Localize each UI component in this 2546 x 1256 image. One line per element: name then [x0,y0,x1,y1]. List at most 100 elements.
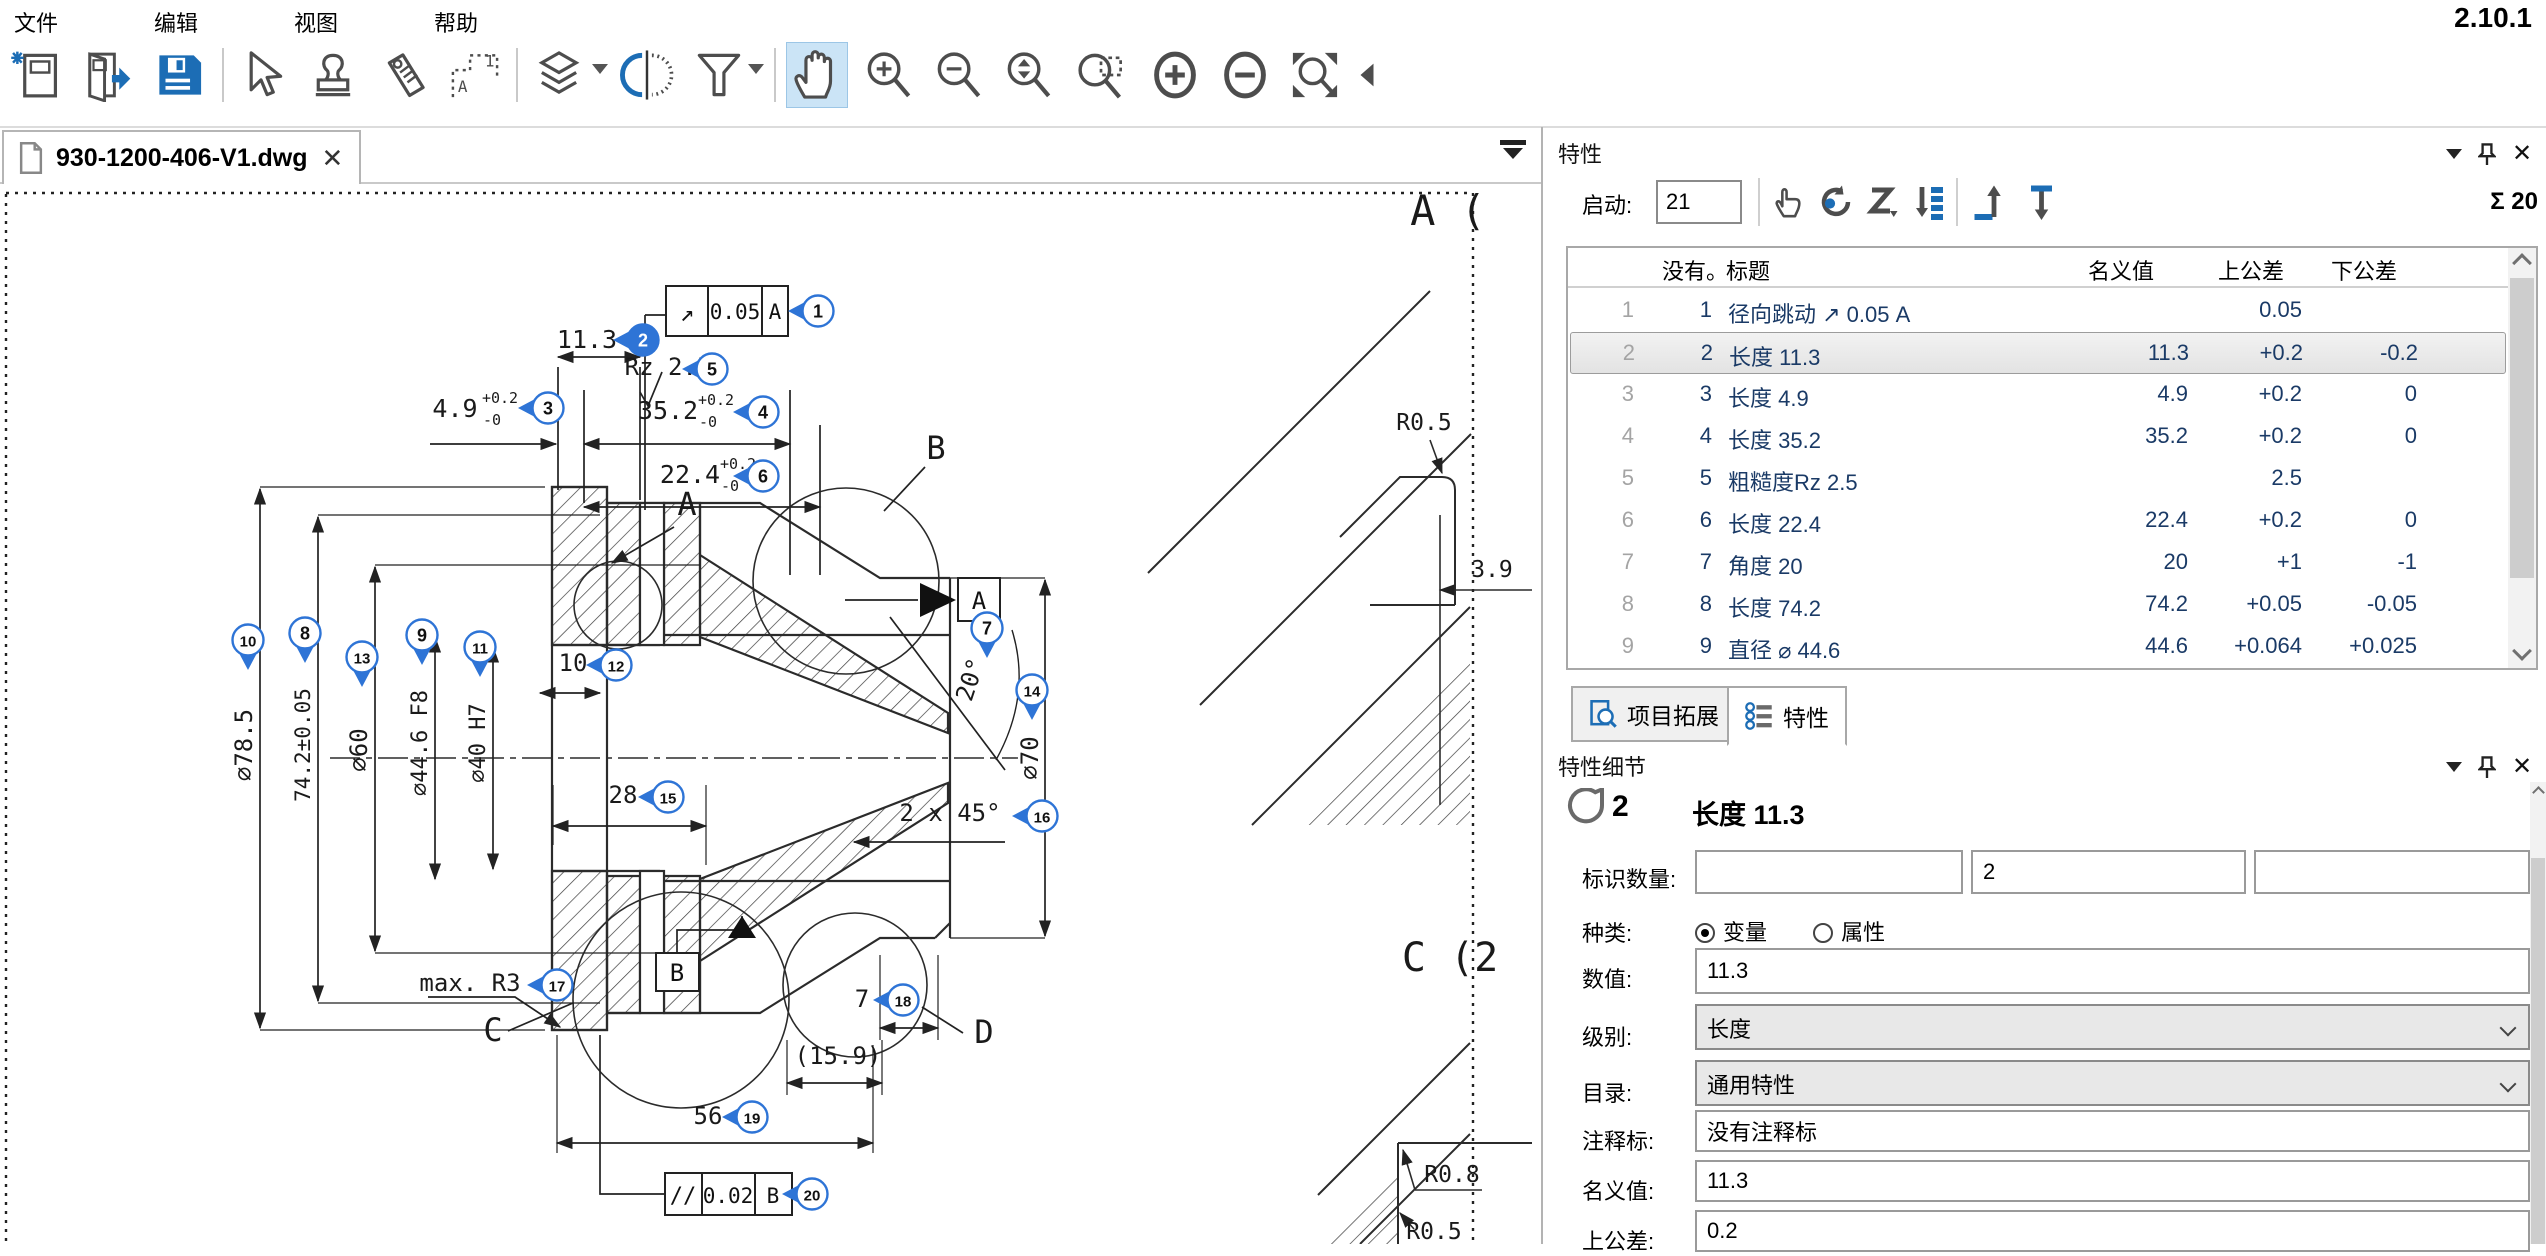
col-header-lower[interactable]: 下公差 [2331,254,2397,286]
table-row[interactable]: 22长度 11.311.3+0.2-0.2 [1570,332,2506,374]
pick-hand-button[interactable] [1766,180,1810,224]
table-row[interactable]: 77角度 2020+1-1 [1570,542,2506,584]
balloon-8[interactable]: 8 [290,618,321,664]
details-scroll-thumb[interactable] [2531,858,2545,1244]
document-tab-close-icon[interactable]: ✕ [320,143,346,174]
select-cursor-button[interactable] [230,42,292,108]
scroll-up-icon[interactable] [2532,786,2545,799]
menu-view[interactable]: 视图 [288,4,344,40]
table-cell-up: 0.05 [2192,297,2302,323]
balloon-19[interactable]: 19 [722,1102,768,1133]
balloon-2[interactable]: 2 [613,325,659,356]
radio-attribute[interactable]: 属性 [1813,920,1885,945]
id-count-input-2[interactable] [1971,850,2246,894]
col-header-title[interactable]: 标题 [1726,254,1770,286]
tab-project-expand[interactable]: 项目拓展 [1571,686,1737,742]
open-document-button[interactable] [76,42,138,108]
panel-close-icon[interactable]: ✕ [2512,142,2532,166]
dimension-text: ⌀70 [1016,736,1044,779]
apply-list-button[interactable] [1906,180,1950,224]
table-row[interactable]: 88长度 74.274.2+0.05-0.05 [1570,584,2506,626]
capture-region-button[interactable]: 1 A [444,42,506,108]
nominal-input[interactable] [1695,1160,2530,1202]
layers-button[interactable] [528,42,590,108]
layers-dropdown-arrow[interactable] [592,64,608,74]
stamp-button[interactable] [302,42,364,108]
panel-menu-icon[interactable] [2446,149,2462,159]
value-input[interactable] [1695,948,2530,994]
details-scrollbar[interactable] [2530,782,2546,1244]
table-cell-up: +0.05 [2192,591,2302,617]
menu-file[interactable]: 文件 [8,4,64,40]
col-header-upper[interactable]: 上公差 [2218,254,2284,286]
zoom-in-button[interactable] [858,42,920,108]
auto-order-button[interactable] [1862,180,1906,224]
canvas-collapse-button[interactable] [1498,140,1528,166]
table-row[interactable]: 66长度 22.422.4+0.20 [1570,500,2506,542]
menu-edit[interactable]: 编辑 [148,4,204,40]
zoom-vertical-button[interactable] [998,42,1060,108]
balloon-11[interactable]: 11 [465,632,496,678]
tag-button[interactable] [374,42,436,108]
balloon-13[interactable]: 13 [347,642,378,688]
renumber-button[interactable] [1814,180,1858,224]
increase-button[interactable] [1144,42,1206,108]
scroll-up-icon[interactable] [2512,253,2532,273]
balloon-17[interactable]: 17 [527,970,573,1001]
radio-variable[interactable]: 变量 [1695,920,1767,945]
table-scroll-thumb[interactable] [2510,278,2534,578]
balloon-3[interactable]: 3 [518,393,564,424]
note-input[interactable] [1695,1110,2530,1152]
document-tab[interactable]: 930-1200-406-V1.dwg ✕ [2,130,361,184]
balloon-4[interactable]: 4 [733,397,779,428]
nominal-label: 名义值: [1582,1174,1654,1206]
details-panel-controls: ✕ [2446,755,2532,779]
move-top-button[interactable] [1966,180,2010,224]
level-select[interactable]: 长度 [1695,1004,2530,1050]
decrease-button[interactable] [1214,42,1276,108]
menu-help[interactable]: 帮助 [428,4,484,40]
balloon-12[interactable]: 12 [586,650,632,681]
col-header-nominal[interactable]: 名义值 [2088,254,2154,286]
balloon-15[interactable]: 15 [638,782,684,813]
svg-text:A: A [458,77,468,96]
col-header-no[interactable]: 没有。 [1662,254,1728,286]
id-count-input-3[interactable] [2254,850,2530,894]
mirror-button[interactable] [616,42,678,108]
toolbar-collapse-button[interactable] [1352,42,1382,108]
scroll-down-icon[interactable] [2512,641,2532,661]
catalog-select[interactable]: 通用特性 [1695,1060,2530,1106]
zoom-out-button[interactable] [928,42,990,108]
table-scrollbar[interactable] [2508,248,2536,668]
balloon-1[interactable]: 1 [788,296,834,327]
filter-button[interactable] [688,42,750,108]
move-bottom-button[interactable] [2018,180,2062,224]
balloon-14[interactable]: 14 [1017,675,1048,721]
pin-icon[interactable] [2478,756,2496,778]
panel-menu-icon[interactable] [2446,762,2462,772]
table-row[interactable]: 44长度 35.235.2+0.20 [1570,416,2506,458]
panel-close-icon[interactable]: ✕ [2512,755,2532,779]
balloon-10[interactable]: 10 [233,625,264,671]
pan-hand-button[interactable] [786,42,848,108]
table-row[interactable]: 55粗糙度Rz 2.52.5 [1570,458,2506,500]
new-document-button[interactable] [6,42,68,108]
save-button[interactable] [148,42,210,108]
start-input[interactable] [1656,180,1742,224]
table-row[interactable]: 99直径 ⌀ 44.644.6+0.064+0.025 [1570,626,2506,668]
document-icon [18,142,44,174]
table-row[interactable]: 11径向跳动 ↗ 0.05 A0.05 [1570,290,2506,332]
zoom-window-button[interactable] [1070,42,1132,108]
balloon-16[interactable]: 16 [1012,801,1058,832]
upper-tol-input[interactable] [1695,1210,2530,1252]
balloon-7[interactable]: 7 [972,613,1003,659]
zoom-fit-button[interactable] [1284,42,1346,108]
tab-properties[interactable]: 特性 [1727,686,1847,746]
id-count-input-1[interactable] [1695,850,1963,894]
table-row[interactable]: 33长度 4.94.9+0.20 [1570,374,2506,416]
balloon-9[interactable]: 9 [407,620,438,666]
panel-divider[interactable] [1541,127,1543,1244]
drawing-canvas[interactable]: ↗ 0.05 A A B // 0.02 B 11.34.9+0.2-035.2… [0,185,1541,1244]
filter-dropdown-arrow[interactable] [748,64,764,74]
pin-icon[interactable] [2478,143,2496,165]
